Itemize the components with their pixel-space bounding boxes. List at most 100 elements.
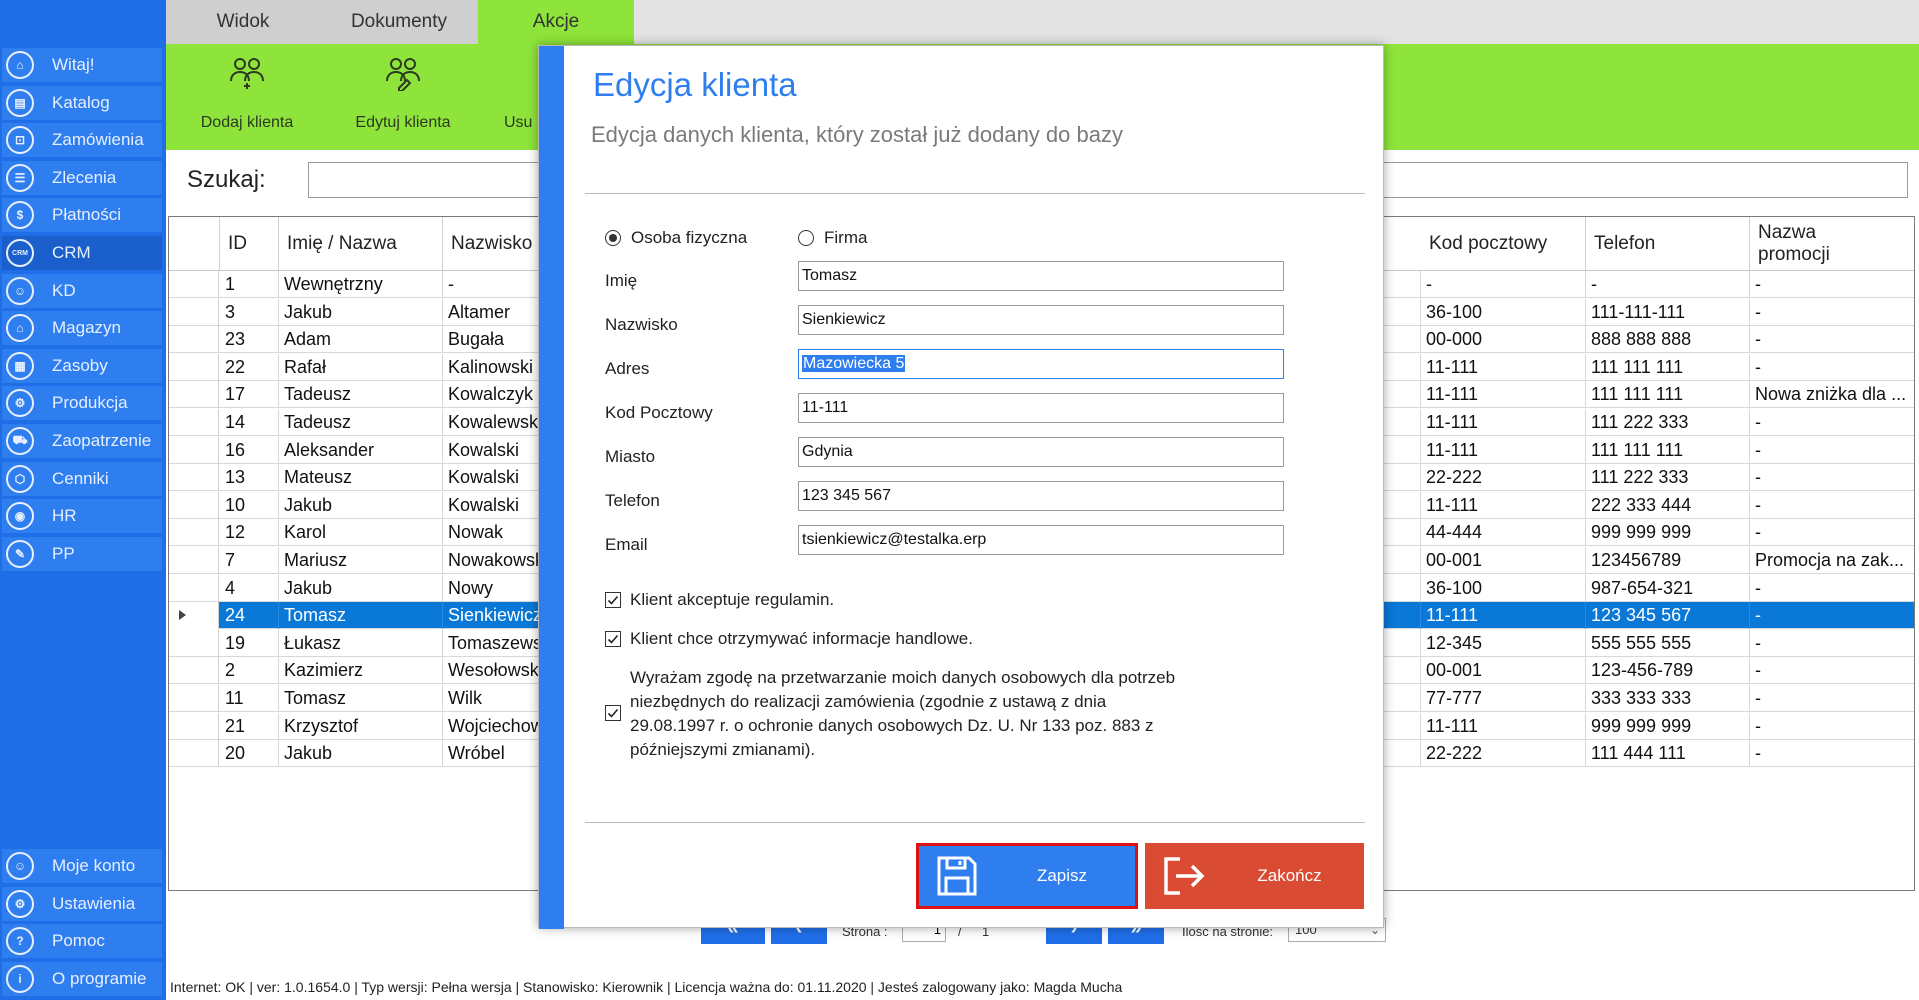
column-header-name[interactable]: Imię / Nazwa xyxy=(279,217,443,271)
phone-field[interactable]: 123 345 567 xyxy=(798,481,1284,511)
sidebar-item-katalog[interactable]: ▤ Katalog xyxy=(2,85,162,120)
row-selector[interactable] xyxy=(169,353,219,381)
add-client-button[interactable]: Dodaj klienta xyxy=(188,44,306,150)
cell-zip: 00-001 xyxy=(1421,657,1586,685)
sidebar-item-label: Płatności xyxy=(52,205,121,225)
sidebar-item-label: Pomoc xyxy=(52,931,105,951)
sidebar-item-hr[interactable]: ◉ HR xyxy=(2,499,162,534)
row-selector[interactable] xyxy=(169,574,219,602)
sidebar-item-label: KD xyxy=(52,280,76,300)
info-icon: i xyxy=(6,964,34,993)
cell-id: 1 xyxy=(220,271,279,298)
dollar-icon: $ xyxy=(6,201,34,230)
cell-id: 13 xyxy=(220,464,279,492)
cell-promo: - xyxy=(1750,575,1914,602)
row-selector[interactable] xyxy=(169,464,219,492)
cell-phone: 333 333 333 xyxy=(1586,685,1750,712)
column-header-phone[interactable]: Telefon xyxy=(1586,217,1750,271)
sidebar-item-crm[interactable]: CRM CRM xyxy=(2,236,162,270)
row-selector[interactable] xyxy=(169,491,219,519)
row-selector[interactable] xyxy=(169,381,219,409)
column-header-zip[interactable]: Kod pocztowy xyxy=(1421,217,1586,271)
sidebar-item-pp[interactable]: ✎ PP xyxy=(2,536,162,571)
radio-person[interactable]: Osoba fizyczna xyxy=(605,228,747,248)
sidebar-item-witaj-[interactable]: ⌂ Witaj! xyxy=(2,48,162,82)
sidebar-item-pomoc[interactable]: ? Pomoc xyxy=(2,924,162,959)
column-header-promo[interactable]: Nazwa promocji xyxy=(1750,217,1914,271)
row-selector[interactable] xyxy=(169,326,219,354)
row-selector[interactable] xyxy=(169,712,219,740)
cell-promo: - xyxy=(1750,437,1914,464)
tab-akcje[interactable]: Akcje xyxy=(478,0,634,44)
cell-id: 24 xyxy=(220,602,279,630)
tab-widok[interactable]: Widok xyxy=(166,0,320,44)
save-button[interactable]: Zapisz xyxy=(916,843,1138,909)
sidebar-item-produkcja[interactable]: ⚙ Produkcja xyxy=(2,386,162,421)
consent-line: późniejszymi zmianami). xyxy=(630,740,816,759)
cell-id: 21 xyxy=(220,712,279,740)
sidebar-item-zlecenia[interactable]: ☰ Zlecenia xyxy=(2,160,162,195)
zip-field[interactable]: 11-111 xyxy=(798,393,1284,423)
sidebar-item-label: CRM xyxy=(52,243,91,262)
dialog-title: Edycja klienta xyxy=(593,66,797,103)
cell-phone: 999 999 999 xyxy=(1586,712,1750,740)
cell-phone: 111 444 111 xyxy=(1586,740,1750,768)
last-name-field[interactable]: Sienkiewicz xyxy=(798,305,1284,335)
tag-icon: ⬡ xyxy=(6,464,34,493)
sidebar-item-zamówienia[interactable]: ⊡ Zamówienia xyxy=(2,123,162,158)
sidebar-item-label: Katalog xyxy=(52,92,110,112)
consent-line: Wyrażam zgodę na przetwarzanie moich dan… xyxy=(630,668,1176,687)
column-header-id[interactable]: ID xyxy=(220,217,279,271)
consent-checkbox[interactable] xyxy=(605,705,621,721)
account-icon: ☺ xyxy=(6,852,34,880)
tab-dokumenty[interactable]: Dokumenty xyxy=(320,0,478,44)
cell-id: 11 xyxy=(220,685,279,712)
row-selector[interactable] xyxy=(169,519,219,547)
sidebar-item-płatności[interactable]: $ Płatności xyxy=(2,198,162,233)
pp-icon: ✎ xyxy=(6,539,34,568)
terms-checkbox[interactable] xyxy=(605,592,621,608)
sidebar-item-magazyn[interactable]: ⌂ Magazyn xyxy=(2,311,162,346)
row-selector[interactable] xyxy=(169,629,219,657)
email-field[interactable]: tsienkiewicz@testalka.erp xyxy=(798,525,1284,555)
row-selector[interactable] xyxy=(169,602,219,630)
cell-promo: - xyxy=(1750,713,1914,740)
row-selector[interactable] xyxy=(169,298,219,326)
sidebar-item-moje-konto[interactable]: ☺ Moje konto xyxy=(2,849,162,883)
cell-zip: 44-444 xyxy=(1421,519,1586,547)
sidebar: ⌂ Witaj! ▤ Katalog ⊡ Zamówienia ☰ Zlecenia $ Płat… xyxy=(0,0,166,1000)
sidebar-item-o-programie[interactable]: i O programie xyxy=(2,961,162,996)
cell-name: Aleksander xyxy=(279,436,443,464)
row-selector[interactable] xyxy=(169,436,219,464)
cell-promo: - xyxy=(1750,354,1914,381)
radio-company[interactable]: Firma xyxy=(798,228,867,248)
address-label: Adres xyxy=(605,359,650,378)
edit-client-button[interactable]: Edytuj klienta xyxy=(344,44,462,150)
marketing-checkbox[interactable] xyxy=(605,631,621,647)
sidebar-item-zasoby[interactable]: ▦ Zasoby xyxy=(2,348,162,383)
row-selector[interactable] xyxy=(169,409,219,436)
cell-name: Mateusz xyxy=(279,464,443,492)
sidebar-item-cenniki[interactable]: ⬡ Cenniki xyxy=(2,461,162,496)
app-window: ⌂ Witaj! ▤ Katalog ⊡ Zamówienia ☰ Zlecenia $ Płat… xyxy=(0,0,1919,1000)
cell-promo: - xyxy=(1750,299,1914,326)
sidebar-item-ustawienia[interactable]: ⚙ Ustawienia xyxy=(2,886,162,921)
row-selector[interactable] xyxy=(169,685,219,712)
terms-label: Klient akceptuje regulamin. xyxy=(630,590,835,609)
row-selector[interactable] xyxy=(169,547,219,574)
row-selector[interactable] xyxy=(169,271,219,298)
first-name-field[interactable]: Tomasz xyxy=(798,261,1284,291)
hr-icon: ◉ xyxy=(6,502,34,531)
sidebar-item-kd[interactable]: ☺ KD xyxy=(2,273,162,308)
dialog-subtitle: Edycja danych klienta, który został już … xyxy=(591,122,1123,147)
sidebar-item-zaopatrzenie[interactable]: ⛟ Zaopatrzenie xyxy=(2,424,162,458)
close-button-label: Zakończ xyxy=(1257,866,1322,885)
address-field[interactable]: Mazowiecka 5 xyxy=(798,349,1284,379)
sidebar-item-label: Moje konto xyxy=(52,856,136,875)
close-button[interactable]: Zakończ xyxy=(1145,843,1364,909)
row-selector[interactable] xyxy=(169,740,219,768)
city-field[interactable]: Gdynia xyxy=(798,437,1284,467)
row-selector[interactable] xyxy=(169,657,219,685)
sidebar-item-label: Zlecenia xyxy=(52,167,117,187)
sidebar-item-label: Produkcja xyxy=(52,393,128,413)
